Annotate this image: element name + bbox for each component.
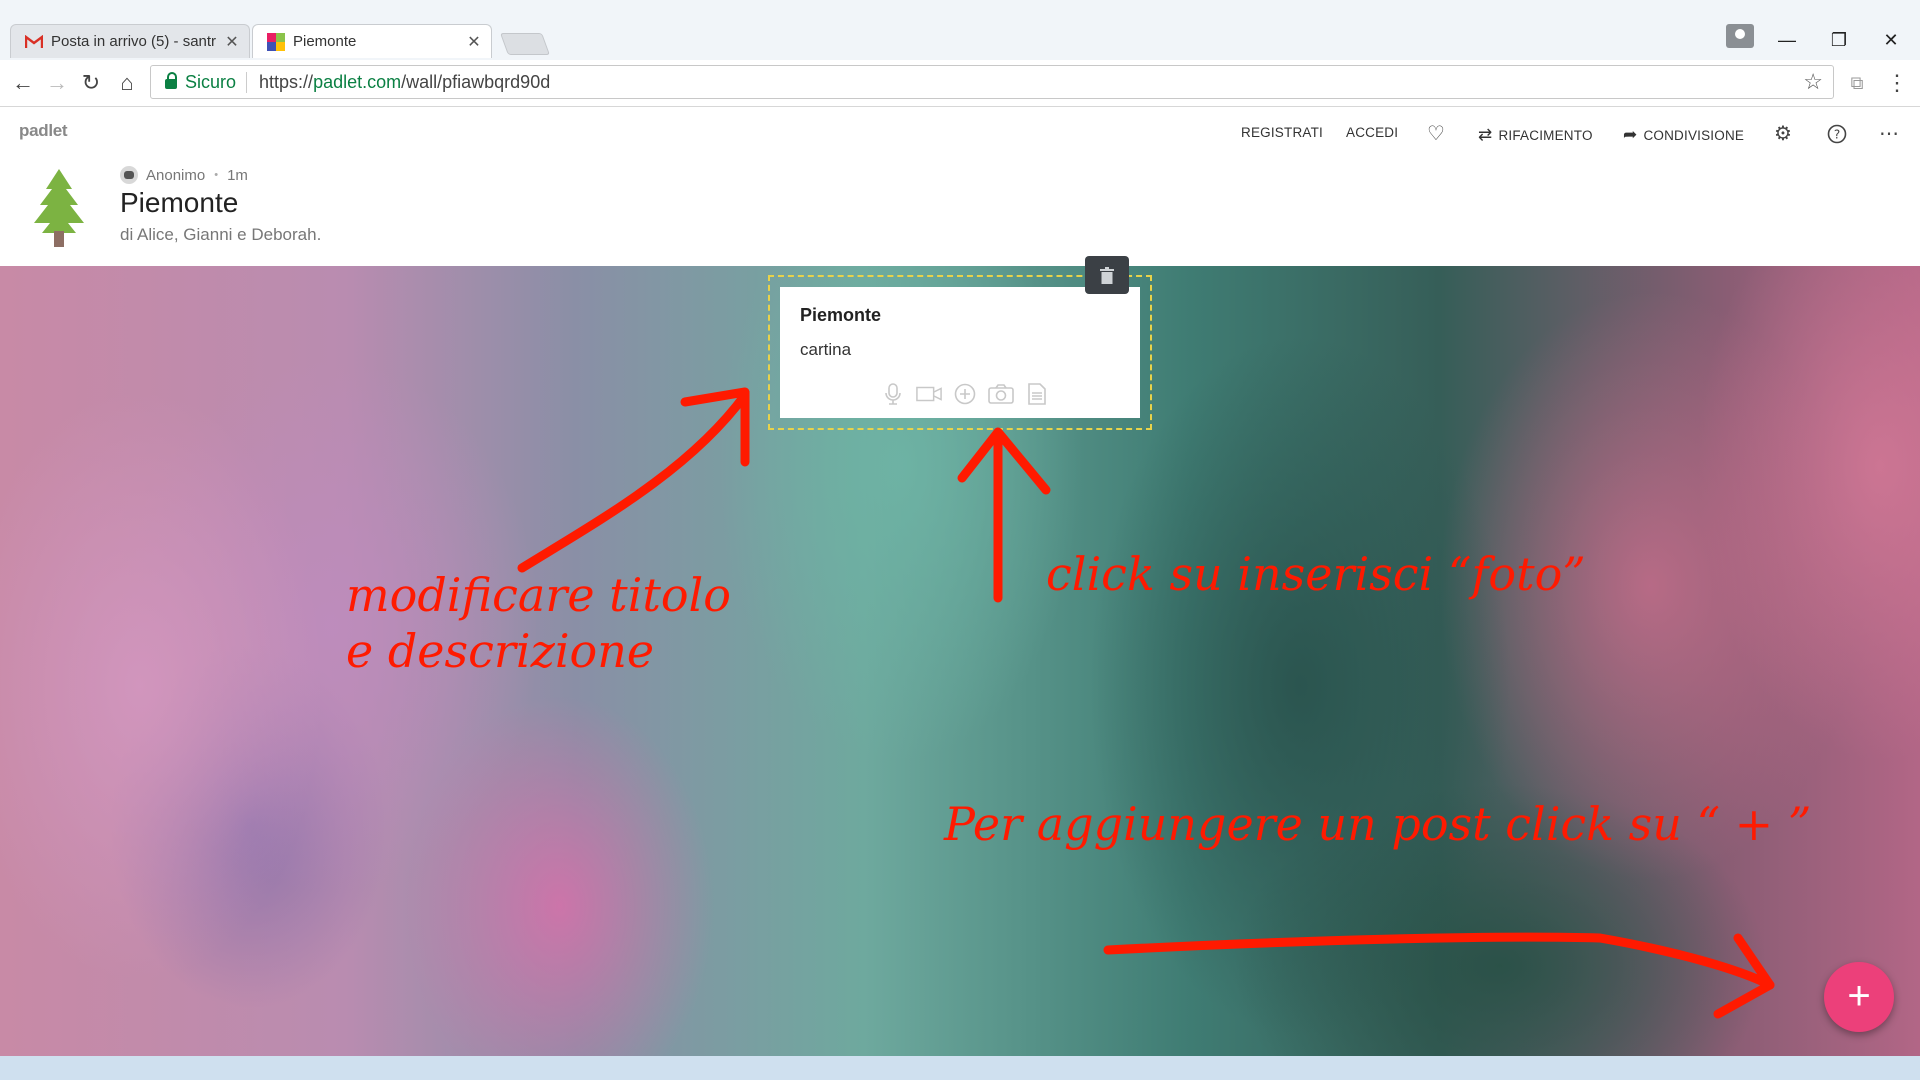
annotation-insert-photo: click su inserisci “foto” bbox=[1046, 547, 1586, 601]
annotation-edit-description: e descrizione bbox=[346, 624, 655, 678]
arrow-to-add-button bbox=[1103, 932, 1775, 990]
annotation-edit-title: modificare titolo bbox=[346, 568, 731, 622]
arrow-head-attachments bbox=[957, 427, 1051, 495]
arrow-to-post-title bbox=[517, 390, 750, 573]
annotation-arrows bbox=[517, 387, 1775, 1019]
annotation-add-post: Per aggiungere un post click su “ + ” bbox=[944, 797, 1812, 851]
add-post-button[interactable]: + bbox=[1824, 962, 1894, 1032]
